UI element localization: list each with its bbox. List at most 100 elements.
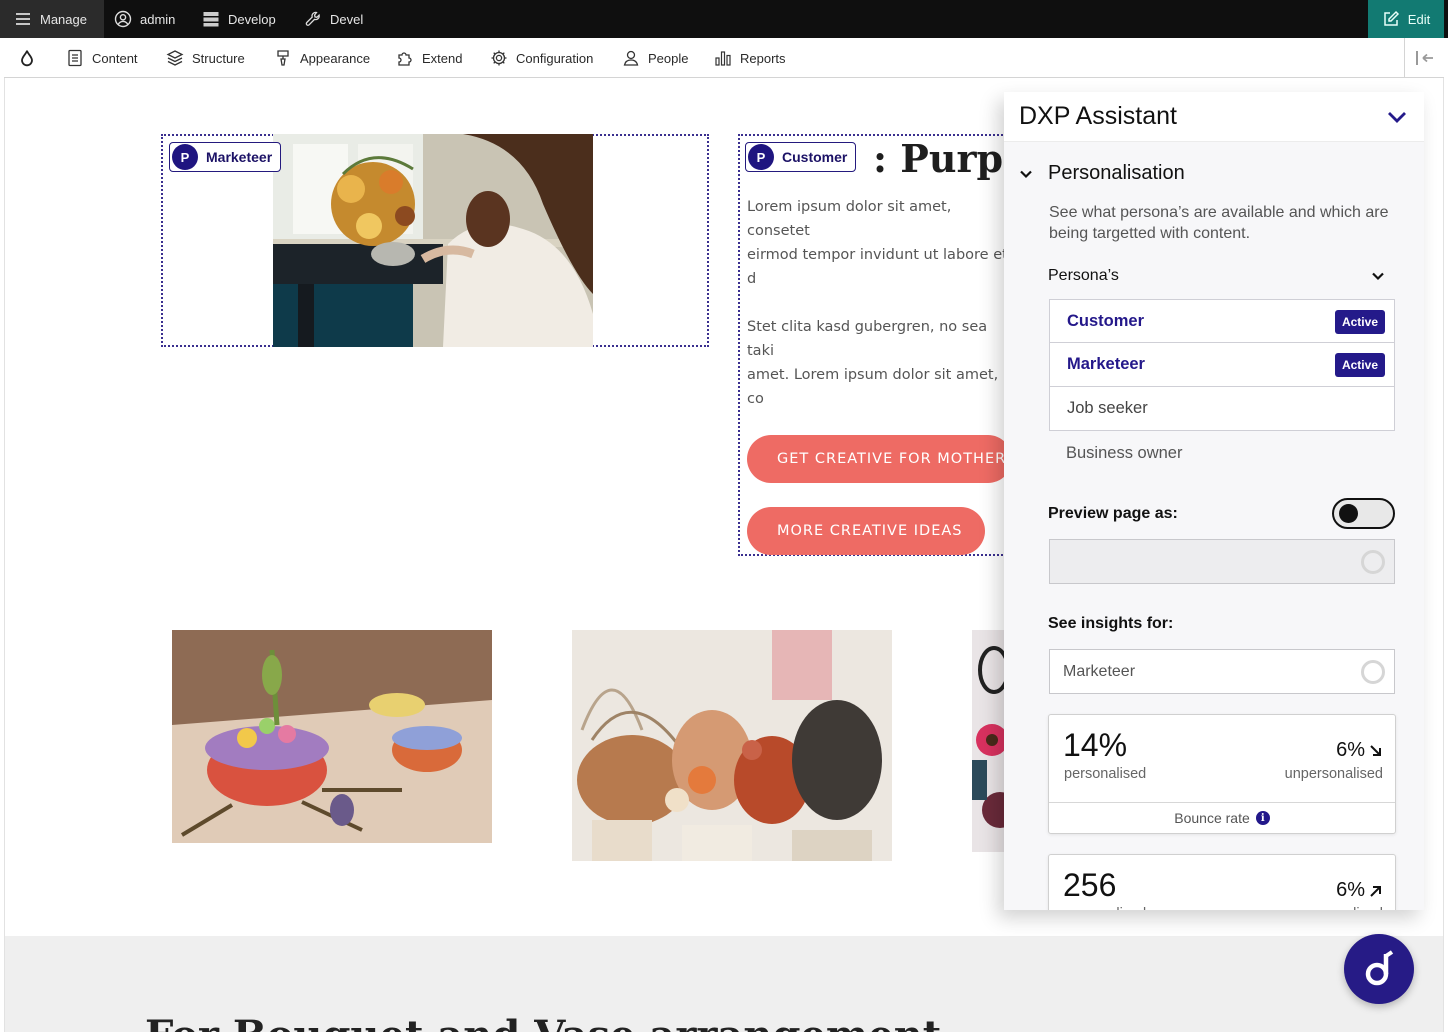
insights-label: See insights for: bbox=[1048, 615, 1174, 632]
insights-select-value: Marketeer bbox=[1063, 662, 1136, 680]
hamburger-icon bbox=[16, 13, 30, 25]
persona-item-marketeer[interactable]: Marketeer Active bbox=[1049, 343, 1395, 387]
more-ideas-button[interactable]: MORE CREATIVE IDEAS bbox=[747, 507, 985, 555]
persona-item-customer[interactable]: Customer Active bbox=[1049, 299, 1395, 343]
edit-label: Edit bbox=[1407, 11, 1431, 27]
body-paragraph-2: Stet clita kasd gubergren, no sea taki a… bbox=[747, 319, 999, 407]
chevron-down-icon bbox=[1372, 272, 1384, 281]
admin-label: admin bbox=[140, 11, 176, 27]
persona-tag-marketeer[interactable]: P Marketeer bbox=[169, 142, 282, 172]
personas-label: Persona’s bbox=[1048, 267, 1119, 284]
metric-card-second: 256 6% personalised unpersonalised bbox=[1048, 854, 1396, 910]
metric-value-label: personalised bbox=[1064, 766, 1147, 782]
devel-label: Devel bbox=[330, 11, 364, 27]
manage-label: Manage bbox=[40, 11, 87, 27]
persona-name: Job seeker bbox=[1067, 399, 1148, 417]
persona-item-business-owner[interactable]: Business owner bbox=[1049, 431, 1395, 475]
section-description: See what persona’s are available and whi… bbox=[1049, 204, 1389, 242]
preview-label: Preview page as: bbox=[1048, 505, 1178, 522]
admin-user-tab[interactable]: admin bbox=[114, 0, 175, 38]
persona-tag-customer[interactable]: P Customer bbox=[745, 142, 857, 172]
personas-dropdown-header[interactable]: Persona’s bbox=[1048, 267, 1386, 285]
metric-compare-value: 6% bbox=[1336, 879, 1365, 901]
preview-persona-select[interactable] bbox=[1049, 539, 1395, 584]
metric-value-label: personalised bbox=[1064, 906, 1146, 910]
devel-tab[interactable]: Devel bbox=[304, 0, 363, 38]
tray-item-configuration[interactable]: Configuration bbox=[490, 38, 593, 78]
footer-heading: For Bouquet and Vase arrangement bbox=[145, 1012, 941, 1032]
metric-compare-value: 6% bbox=[1336, 739, 1365, 761]
metric-compare-label: unpersonalised bbox=[1285, 906, 1383, 910]
personalisation-section-toggle[interactable]: Personalisation bbox=[1018, 162, 1185, 185]
document-icon bbox=[68, 49, 82, 67]
tray-collapse-button[interactable] bbox=[1404, 38, 1444, 78]
tray-label-reports: Reports bbox=[740, 50, 786, 66]
metric-compare: 6% bbox=[1336, 879, 1383, 902]
loading-ring-icon bbox=[1361, 660, 1385, 684]
tray-item-appearance[interactable]: Appearance bbox=[274, 38, 370, 78]
metric-compare: 6% bbox=[1336, 739, 1383, 762]
section-title: Personalisation bbox=[1048, 162, 1185, 184]
develop-tab[interactable]: Develop bbox=[202, 0, 276, 38]
persona-tag-label: Customer bbox=[782, 149, 848, 165]
info-icon[interactable]: i bbox=[1255, 811, 1270, 825]
gallery-image-basket bbox=[172, 630, 492, 843]
chevron-down-icon bbox=[1020, 170, 1032, 178]
persona-p-icon: P bbox=[172, 144, 198, 170]
collapse-left-icon bbox=[1415, 51, 1433, 65]
persona-name: Business owner bbox=[1066, 443, 1183, 462]
gallery-image-dried-flowers bbox=[572, 630, 892, 861]
metric-card-bounce: 14% 6% personalised unpersonalised Bounc… bbox=[1048, 714, 1396, 834]
persona-list: Customer Active Marketeer Active Job see… bbox=[1049, 299, 1395, 475]
admin-menu-tray: Content Structure Appearance Extend Conf… bbox=[4, 38, 1444, 78]
trend-down-arrow-icon bbox=[1370, 744, 1381, 756]
edit-button[interactable]: Edit bbox=[1368, 0, 1444, 38]
tray-item-reports[interactable]: Reports bbox=[714, 38, 786, 78]
wrench-icon bbox=[305, 11, 320, 26]
persona-name: Marketeer bbox=[1067, 355, 1145, 373]
persona-tag-label: Marketeer bbox=[206, 149, 273, 165]
layers-icon bbox=[166, 50, 184, 66]
dxp-header: DXP Assistant bbox=[1004, 92, 1424, 142]
tray-item-content[interactable]: Content bbox=[66, 38, 138, 78]
status-badge: Active bbox=[1334, 310, 1385, 334]
metric-value: 256 bbox=[1063, 867, 1117, 903]
trend-up-arrow-icon bbox=[1370, 885, 1381, 897]
metric-value: 14% bbox=[1063, 727, 1128, 763]
tray-label-configuration: Configuration bbox=[516, 50, 594, 66]
metric-compare-label: unpersonalised bbox=[1284, 766, 1383, 782]
tray-label-people: People bbox=[648, 50, 689, 66]
edit-icon bbox=[1384, 10, 1399, 26]
tray-label-content: Content bbox=[92, 50, 138, 66]
develop-label: Develop bbox=[228, 11, 276, 27]
server-icon bbox=[203, 12, 219, 27]
status-badge: Active bbox=[1334, 353, 1385, 377]
loading-ring-icon bbox=[1361, 550, 1385, 574]
preview-toggle[interactable] bbox=[1332, 498, 1395, 529]
gear-icon bbox=[491, 50, 507, 66]
get-creative-button[interactable]: GET CREATIVE FOR MOTHERS bbox=[747, 435, 1012, 483]
toggle-knob bbox=[1339, 504, 1358, 523]
insights-persona-select[interactable]: Marketeer bbox=[1049, 649, 1395, 694]
tray-label-structure: Structure bbox=[192, 50, 245, 66]
metric-footer-label: Bounce rate bbox=[1174, 810, 1250, 826]
tray-item-extend[interactable]: Extend bbox=[396, 38, 462, 78]
dxp-assistant-launcher[interactable] bbox=[1344, 934, 1414, 1004]
persona-item-job-seeker[interactable]: Job seeker bbox=[1049, 387, 1395, 431]
user-circle-icon bbox=[114, 10, 132, 28]
tray-item-people[interactable]: People bbox=[622, 38, 688, 78]
home-drop-icon[interactable] bbox=[18, 38, 36, 78]
florist-photo bbox=[273, 134, 593, 347]
manage-tab[interactable]: Manage bbox=[0, 0, 104, 38]
assistant-logo-icon bbox=[1365, 950, 1394, 986]
metric-footer: Bounce rate i bbox=[1049, 802, 1395, 833]
body-paragraph-1: Lorem ipsum dolor sit amet, consetet eir… bbox=[747, 199, 1008, 287]
dxp-assistant-panel: DXP Assistant Personalisation See what p… bbox=[1004, 92, 1424, 910]
chevron-down-icon[interactable] bbox=[1384, 104, 1410, 130]
bar-chart-icon bbox=[715, 51, 731, 66]
tray-item-structure[interactable]: Structure bbox=[166, 38, 245, 78]
dxp-title: DXP Assistant bbox=[1019, 102, 1177, 130]
tray-label-extend: Extend bbox=[422, 50, 463, 66]
admin-toolbar: Manage admin Develop Devel Edit bbox=[0, 0, 1448, 38]
paint-brush-icon bbox=[277, 50, 289, 66]
